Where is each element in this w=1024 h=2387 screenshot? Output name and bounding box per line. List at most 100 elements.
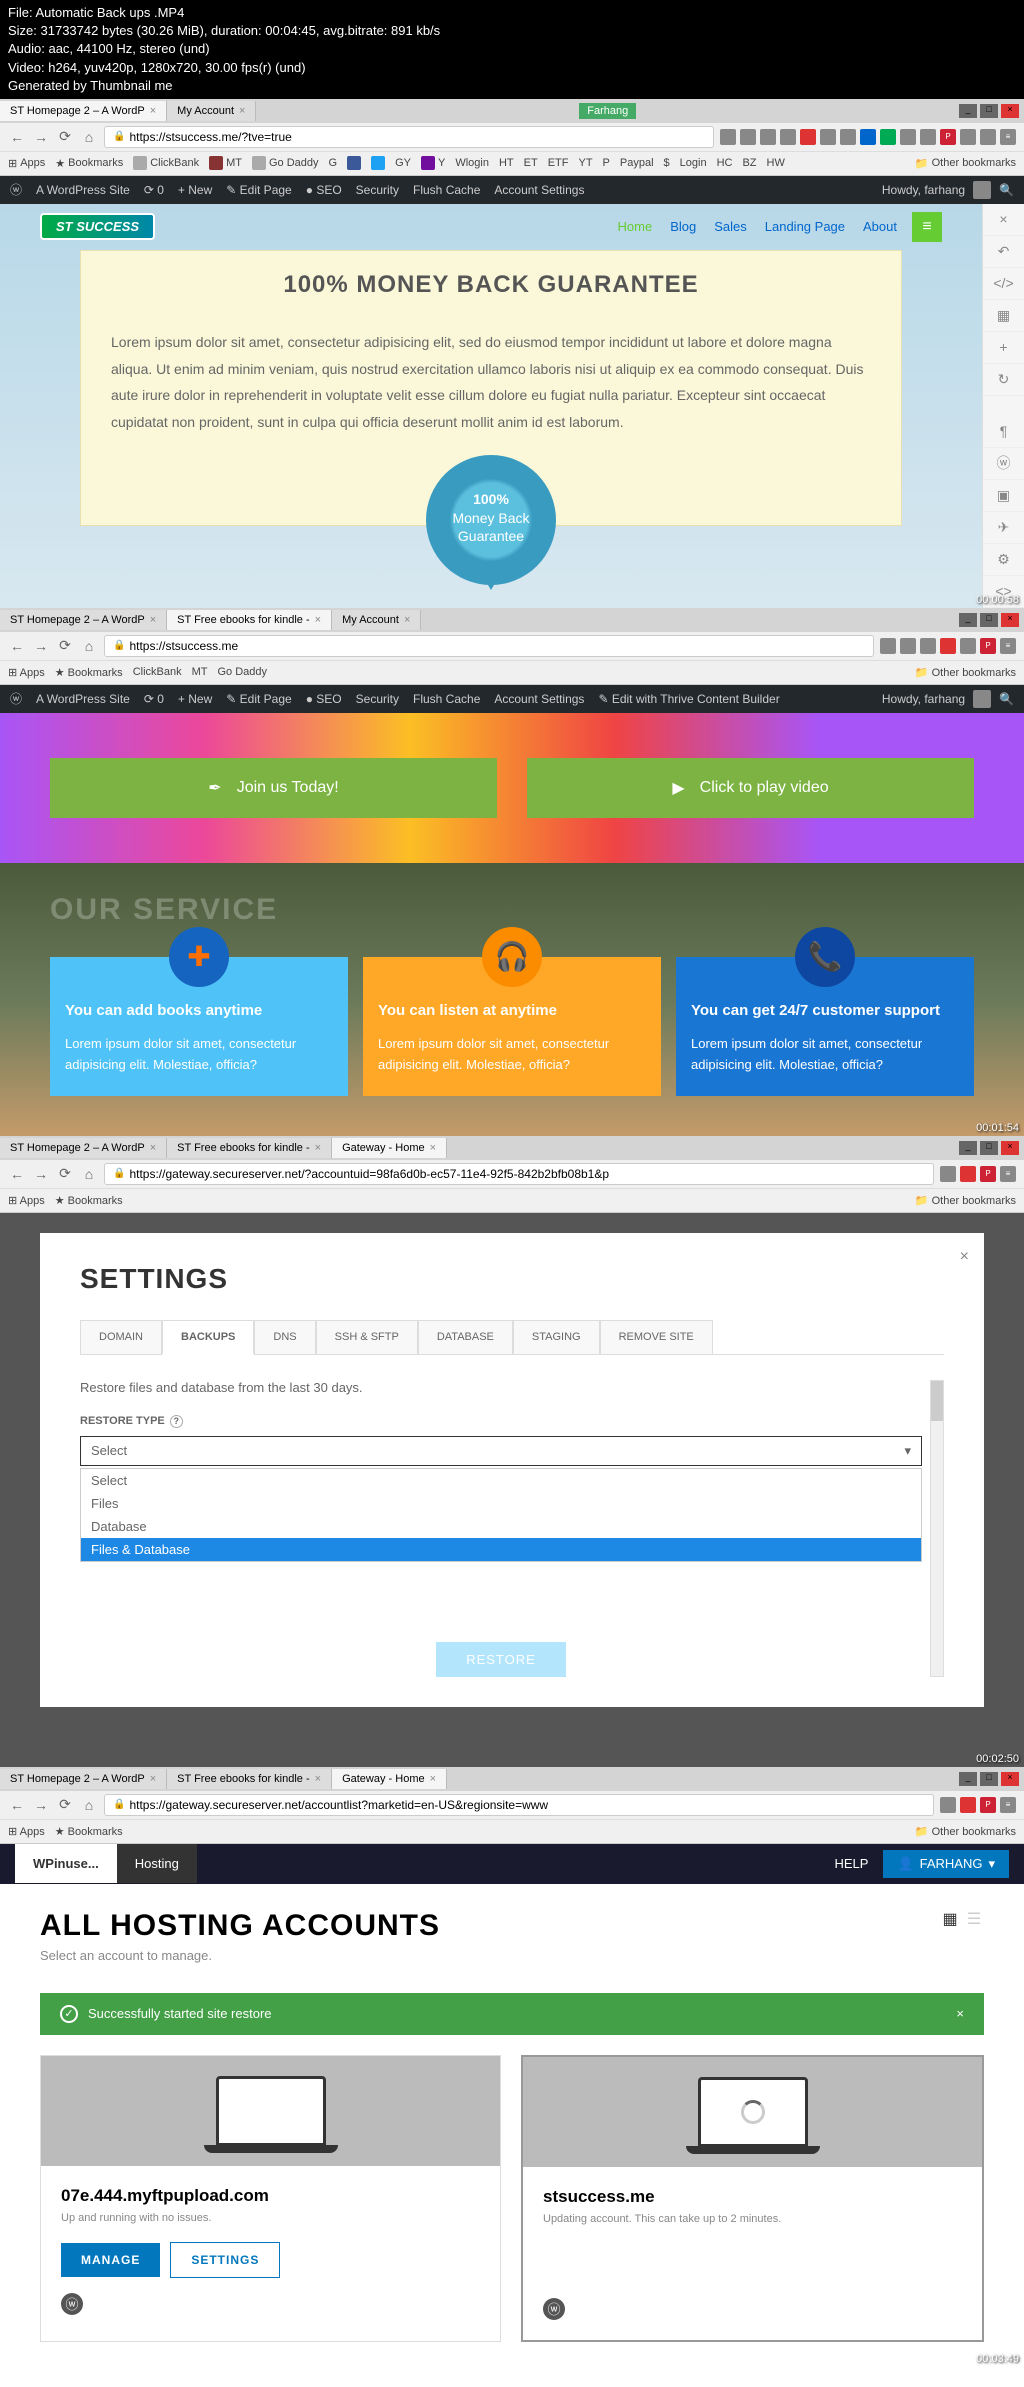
play-video-button[interactable]: ▶ Click to play video xyxy=(527,758,974,818)
service-card[interactable]: 📞 You can get 24/7 customer support Lore… xyxy=(676,957,974,1096)
bookmark-item[interactable]: MT xyxy=(209,156,242,170)
close-button[interactable]: × xyxy=(1001,1141,1019,1155)
help-icon[interactable]: ? xyxy=(170,1415,183,1428)
maximize-button[interactable]: □ xyxy=(980,613,998,627)
wp-new[interactable]: + New xyxy=(178,183,212,197)
wp-tool[interactable]: ⓦ xyxy=(983,448,1024,480)
help-link[interactable]: HELP xyxy=(834,1856,868,1871)
reload-button[interactable]: ⟳ xyxy=(56,1796,74,1814)
browser-tab[interactable]: ST Homepage 2 – A WordP× xyxy=(0,101,167,121)
menu-icon[interactable]: ≡ xyxy=(1000,1166,1016,1182)
extension-icon[interactable] xyxy=(920,638,936,654)
bookmark-item[interactable]: Paypal xyxy=(620,157,654,169)
wp-howdy[interactable]: Howdy, farhang xyxy=(882,692,965,706)
extension-icon[interactable] xyxy=(940,638,956,654)
bookmark-item[interactable]: ★ Bookmarks xyxy=(55,666,123,679)
nav-landing[interactable]: Landing Page xyxy=(765,219,845,234)
extension-icon[interactable] xyxy=(760,129,776,145)
browser-tab[interactable]: ST Homepage 2 – A WordP× xyxy=(0,1138,167,1158)
bookmark-item[interactable]: ⊞ Apps xyxy=(8,157,45,170)
menu-icon[interactable]: ≡ xyxy=(1000,1797,1016,1813)
wp-cache[interactable]: Flush Cache xyxy=(413,692,480,706)
nav-hosting[interactable]: Hosting xyxy=(117,1844,197,1883)
wordpress-icon[interactable]: ⓦ xyxy=(61,2293,83,2315)
close-button[interactable]: × xyxy=(1001,613,1019,627)
maximize-button[interactable]: □ xyxy=(980,104,998,118)
tab-dns[interactable]: DNS xyxy=(254,1320,315,1354)
browser-tab[interactable]: Gateway - Home× xyxy=(332,1138,447,1158)
extension-icon[interactable] xyxy=(880,638,896,654)
search-icon[interactable]: 🔍 xyxy=(999,692,1014,706)
browser-tab[interactable]: ST Homepage 2 – A WordP× xyxy=(0,610,167,630)
extension-icon[interactable] xyxy=(900,129,916,145)
minimize-button[interactable]: _ xyxy=(959,1141,977,1155)
back-button[interactable]: ← xyxy=(8,128,26,146)
wp-security[interactable]: Security xyxy=(356,183,399,197)
home-button[interactable]: ⌂ xyxy=(80,637,98,655)
wp-edit-page[interactable]: ✎ Edit Page xyxy=(226,692,291,706)
bookmark-item[interactable]: Wlogin xyxy=(455,157,489,169)
browser-tab[interactable]: ST Homepage 2 – A WordP× xyxy=(0,1769,167,1789)
pinterest-icon[interactable]: P xyxy=(980,638,996,654)
bookmark-item[interactable]: ⊞ Apps xyxy=(8,1825,45,1838)
browser-tab[interactable]: My Account× xyxy=(332,610,421,630)
wp-updates[interactable]: ⟳ 0 xyxy=(144,692,164,706)
tab-backups[interactable]: BACKUPS xyxy=(162,1320,254,1355)
tab-ssh[interactable]: SSH & SFTP xyxy=(316,1320,418,1354)
dropdown-option[interactable]: Select xyxy=(81,1469,921,1492)
reload-button[interactable]: ⟳ xyxy=(56,1165,74,1183)
address-bar[interactable]: 🔒https://gateway.secureserver.net/?accou… xyxy=(104,1163,934,1185)
extension-icon[interactable] xyxy=(720,129,736,145)
wp-cache[interactable]: Flush Cache xyxy=(413,183,480,197)
bookmark-item[interactable]: 📁 Other bookmarks xyxy=(915,666,1016,679)
service-card[interactable]: ✚ You can add books anytime Lorem ipsum … xyxy=(50,957,348,1096)
reload-button[interactable]: ⟳ xyxy=(56,128,74,146)
grid-view-button[interactable]: ▦ xyxy=(940,1909,960,1929)
tab-staging[interactable]: STAGING xyxy=(513,1320,600,1354)
wp-edit-page[interactable]: ✎ Edit Page xyxy=(226,183,291,197)
extension-icon[interactable] xyxy=(780,129,796,145)
bookmark-item[interactable]: ★ Bookmarks xyxy=(55,157,123,170)
wp-thrive[interactable]: ✎ Edit with Thrive Content Builder xyxy=(598,692,779,706)
wordpress-icon[interactable]: ⓦ xyxy=(543,2298,565,2320)
bookmark-item[interactable]: YT xyxy=(578,157,592,169)
back-button[interactable]: ← xyxy=(8,637,26,655)
bookmark-item[interactable]: P xyxy=(603,157,610,169)
bookmark-item[interactable] xyxy=(347,156,361,170)
settings-button[interactable]: SETTINGS xyxy=(170,2242,280,2278)
reload-button[interactable]: ⟳ xyxy=(56,637,74,655)
extension-icon[interactable] xyxy=(960,638,976,654)
bookmark-item[interactable]: Login xyxy=(680,157,707,169)
extension-icon[interactable] xyxy=(960,1797,976,1813)
undo-tool[interactable]: ↶ xyxy=(983,236,1024,268)
bookmark-item[interactable]: 📁 Other bookmarks xyxy=(915,1194,1016,1207)
wp-account[interactable]: Account Settings xyxy=(494,692,584,706)
extension-icon[interactable] xyxy=(820,129,836,145)
nav-home[interactable]: Home xyxy=(618,219,653,234)
wp-security[interactable]: Security xyxy=(356,692,399,706)
wp-logo-icon[interactable]: ⓦ xyxy=(10,181,22,198)
restore-button[interactable]: RESTORE xyxy=(436,1642,566,1677)
service-card[interactable]: 🎧 You can listen at anytime Lorem ipsum … xyxy=(363,957,661,1096)
extension-icon[interactable] xyxy=(860,129,876,145)
extension-icon[interactable] xyxy=(960,129,976,145)
forward-button[interactable]: → xyxy=(32,128,50,146)
extension-icon[interactable] xyxy=(920,129,936,145)
extension-icon[interactable] xyxy=(900,638,916,654)
address-bar[interactable]: 🔒https://stsuccess.me/?tve=true xyxy=(104,126,714,148)
tab-close-icon[interactable]: × xyxy=(239,105,245,117)
bookmark-item[interactable]: G xyxy=(329,157,338,169)
tab-database[interactable]: DATABASE xyxy=(418,1320,513,1354)
menu-icon[interactable]: ≡ xyxy=(1000,129,1016,145)
home-button[interactable]: ⌂ xyxy=(80,128,98,146)
wp-new[interactable]: + New xyxy=(178,692,212,706)
nav-about[interactable]: About xyxy=(863,219,897,234)
address-bar[interactable]: 🔒https://gateway.secureserver.net/accoun… xyxy=(104,1794,934,1816)
forward-button[interactable]: → xyxy=(32,1796,50,1814)
bookmark-item[interactable]: HW xyxy=(767,157,785,169)
bookmark-item[interactable]: ClickBank xyxy=(133,156,199,170)
wp-updates[interactable]: ⟳ 0 xyxy=(144,183,164,197)
user-menu[interactable]: 👤 FARHANG ▾ xyxy=(883,1850,1009,1878)
browser-tab[interactable]: Gateway - Home× xyxy=(332,1769,447,1789)
search-icon[interactable]: 🔍 xyxy=(999,183,1014,197)
